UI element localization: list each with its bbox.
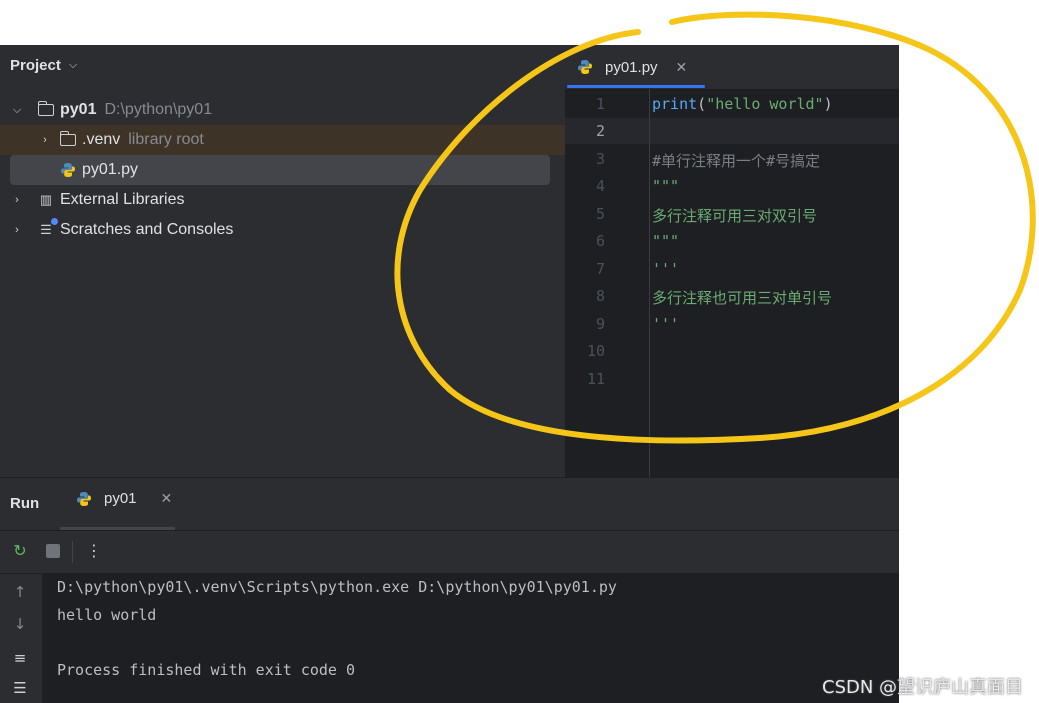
watermark: CSDN @望识庐山真面目 <box>822 677 1024 698</box>
annotation-ellipse <box>394 11 1036 444</box>
